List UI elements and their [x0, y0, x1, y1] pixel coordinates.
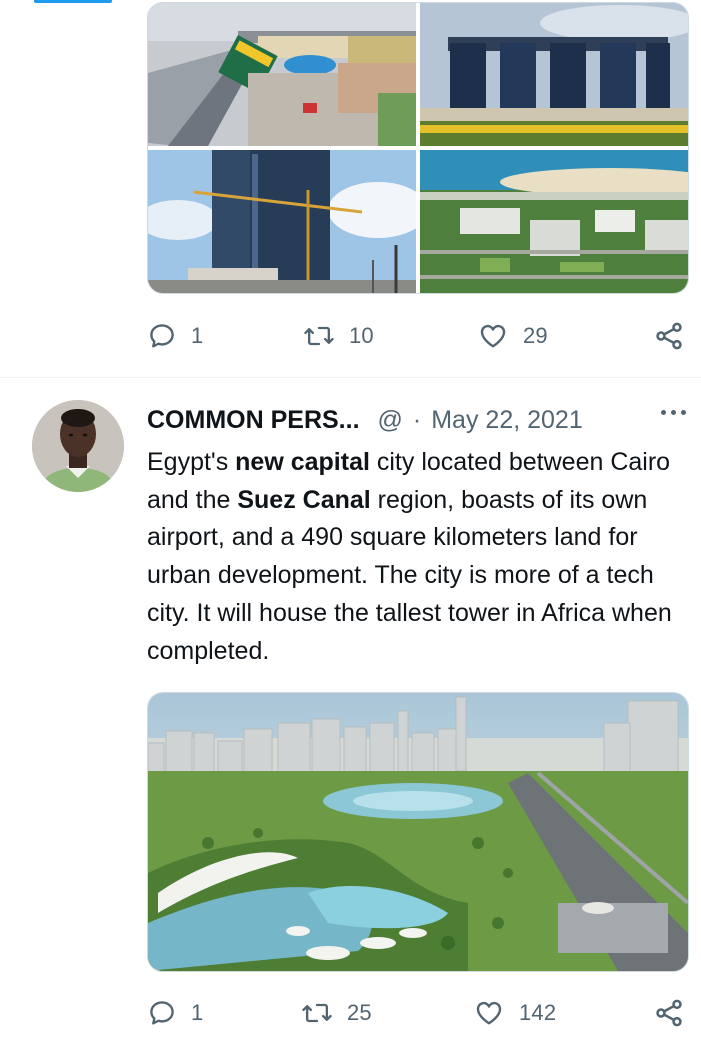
author-handle[interactable]: @ — [378, 406, 403, 435]
share-icon — [656, 999, 682, 1027]
retweet-button[interactable]: 10 — [303, 318, 374, 354]
reply-button[interactable]: 1 — [147, 995, 203, 1031]
like-count: 29 — [523, 323, 548, 348]
retweet-count: 10 — [349, 323, 374, 348]
heart-icon — [476, 1001, 502, 1025]
reply-button[interactable]: 1 — [147, 318, 203, 354]
reply-count: 1 — [191, 1000, 204, 1025]
tweet-text-bold-new-capital: new capital — [235, 448, 370, 476]
separator-dot: · — [412, 405, 422, 434]
share-button[interactable] — [653, 318, 685, 354]
tweet-media-grid[interactable] — [147, 2, 689, 294]
like-count: 142 — [519, 1000, 557, 1025]
reply-icon — [150, 324, 174, 348]
author-avatar[interactable] — [32, 400, 124, 492]
tweet-divider — [0, 377, 701, 378]
reply-icon — [150, 1001, 174, 1025]
media-image-skyscraper[interactable] — [148, 149, 417, 294]
share-icon — [656, 322, 682, 350]
more-icon[interactable] — [661, 410, 686, 415]
tweet-media-image-city[interactable] — [147, 692, 689, 972]
retweet-icon — [302, 1003, 332, 1023]
tweet-header: COMMON PERS... @ · May 22, 2021 — [147, 402, 692, 438]
tweet-text-part: Egypt's — [147, 448, 236, 476]
tweet-text-bold-suez-canal: Suez Canal — [237, 485, 371, 514]
tweet-actions-prev: 1 10 29 — [147, 318, 687, 354]
like-button[interactable]: 142 — [473, 995, 556, 1031]
like-button[interactable]: 29 — [477, 318, 548, 354]
tweet-text: Egypt's new capital city located between… — [147, 444, 695, 670]
media-image-tower-hotel[interactable] — [419, 3, 688, 147]
reply-count: 1 — [191, 323, 204, 348]
retweet-button[interactable]: 25 — [301, 995, 372, 1031]
active-tab-indicator — [34, 0, 112, 3]
share-button[interactable] — [653, 995, 685, 1031]
tweet-actions: 1 25 142 — [147, 995, 687, 1031]
retweet-count: 25 — [347, 1000, 372, 1025]
author-name[interactable]: COMMON PERS... — [147, 406, 360, 435]
tweet-date[interactable]: May 22, 2021 — [431, 406, 583, 435]
media-image-aerial-complex[interactable] — [419, 149, 688, 294]
heart-icon — [480, 324, 506, 348]
media-image-monorail[interactable] — [148, 3, 417, 147]
retweet-icon — [304, 326, 334, 346]
